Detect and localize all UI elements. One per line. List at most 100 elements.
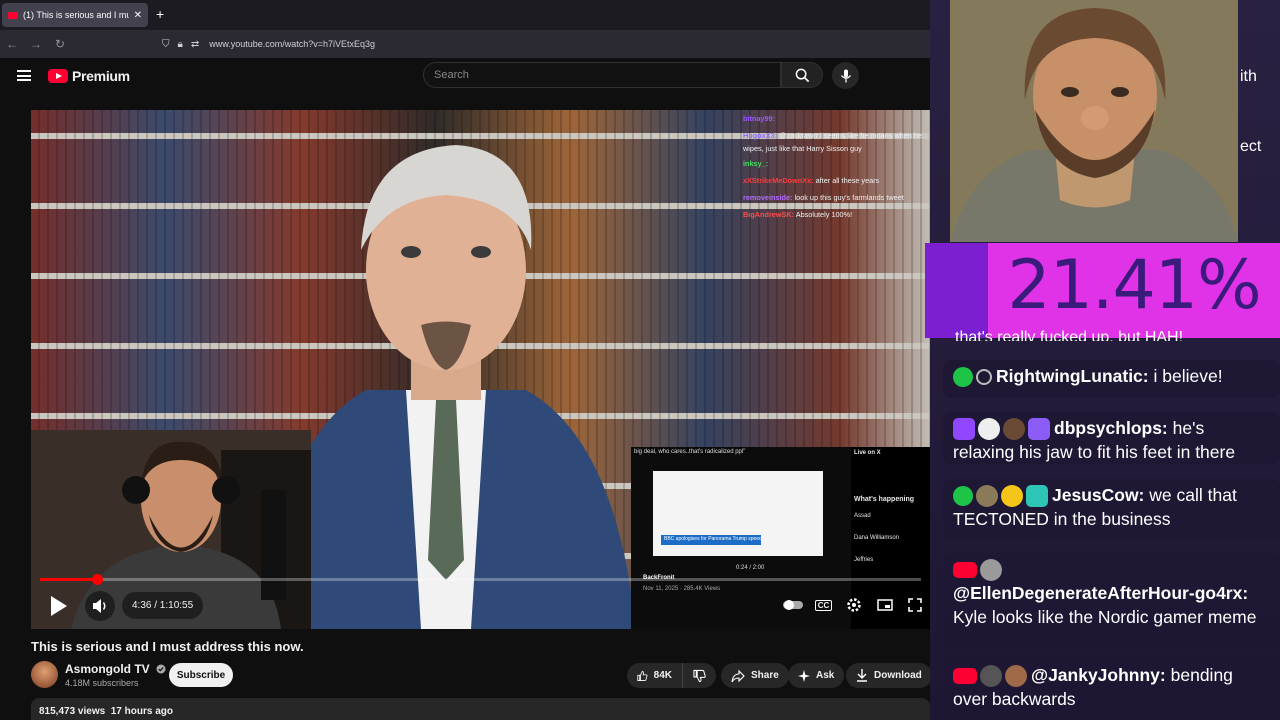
youtube-premium-logo[interactable]: Premium [48, 68, 130, 84]
vip-badge-icon [953, 486, 973, 507]
tab-title: (1) This is serious and I must ad [23, 10, 129, 20]
overlay-chat-user: bitnay99: [743, 114, 776, 123]
miniplayer-button[interactable] [874, 594, 896, 616]
overlay-chat-message: after all these years [815, 176, 880, 185]
autoplay-icon [783, 600, 803, 610]
settings-button[interactable] [843, 594, 865, 616]
user-icon [976, 369, 992, 386]
overlay-chat-line: HugoxX3: @zackrawrr i seems like he moan… [743, 127, 930, 155]
play-button[interactable] [45, 593, 71, 619]
share-button[interactable]: Share [721, 663, 789, 688]
download-label: Download [874, 670, 922, 681]
overlay-chat-user: xXStrikeMeDownXx: [743, 176, 814, 185]
search-icon [795, 68, 809, 82]
close-tab-icon[interactable]: ✕ [134, 10, 142, 21]
avatar-badge-icon [1005, 665, 1027, 688]
miniplayer-icon [876, 599, 893, 611]
download-button[interactable]: Download [846, 663, 932, 688]
gift-count-badge-icon [1001, 485, 1023, 508]
progress-bar[interactable] [40, 574, 921, 585]
share-icon [731, 669, 745, 682]
video-description-box[interactable]: 815,473 views 17 hours ago [31, 698, 930, 720]
back-icon[interactable]: ← [0, 37, 24, 51]
view-count: 815,473 views [39, 706, 106, 717]
autoplay-toggle[interactable] [782, 594, 804, 616]
member-badge-icon [980, 559, 1002, 582]
chat-message: JesusCow: we call that TECTONED in the b… [943, 479, 1280, 539]
trend-item: Assad [854, 513, 871, 519]
browser-tab[interactable]: (1) This is serious and I must ad ✕ [2, 3, 148, 27]
overlay-chat-message: Absolutely 100%! [795, 210, 853, 219]
youtube-header: Premium Search [0, 58, 930, 94]
clip-headline: BBC apologises for Panorama Trump speech… [661, 535, 761, 545]
twitch-icon [953, 418, 975, 441]
trend-item: Dana Williamson [854, 535, 900, 541]
overlay-chat-line: bitnay99: [743, 110, 930, 127]
chat-message: dbpsychlops: he's relaxing his jaw to fi… [943, 412, 1280, 464]
clip-right-header: Live on X [854, 450, 881, 456]
gear-icon [847, 598, 861, 612]
video-player[interactable]: bitnay99: HugoxX3: @zackrawrr i seems li… [31, 110, 930, 629]
volume-button[interactable] [85, 591, 115, 621]
overlay-chat-line: BigAndrewSK: Absolutely 100%! [743, 206, 930, 223]
lock-icon[interactable]: 🔒︎ [178, 39, 183, 50]
whats-happening: What's happening [854, 496, 914, 503]
chat-message: @JankyJohnny: bending over backwards [943, 659, 1280, 717]
thumbs-down-icon [693, 669, 706, 682]
emote-badge-icon [978, 418, 1000, 441]
sparkle-icon [798, 669, 810, 682]
dislike-button[interactable] [682, 663, 716, 688]
overlay-chat-user: HugoxX3: [743, 131, 778, 140]
share-label: Share [751, 670, 779, 681]
captions-button[interactable]: CC [813, 594, 835, 616]
browser-tab-bar: (1) This is serious and I must ad ✕ + [0, 0, 930, 30]
sub-badge-icon [1028, 418, 1050, 441]
forward-icon[interactable]: → [24, 37, 48, 51]
percent-value: 21.41% [1007, 246, 1261, 325]
logo-text: Premium [72, 68, 130, 84]
chat-username: JesusCow: [1052, 485, 1145, 505]
new-tab-button[interactable]: + [156, 6, 164, 22]
fullscreen-button[interactable] [904, 594, 926, 616]
overlay-chat-line: removeinside: look up this guy's farmlan… [743, 189, 930, 206]
time-display: 4:36 / 1:10:55 [122, 592, 204, 619]
chat-message: RightwingLunatic: i believe! [943, 360, 1280, 398]
background-chat-fragment: ith ect [1240, 42, 1261, 182]
thumbs-up-icon [637, 670, 648, 681]
youtube-favicon-icon [8, 11, 18, 19]
like-button[interactable]: 84K [627, 663, 682, 688]
permissions-icon[interactable]: ⇄ [191, 39, 199, 50]
reload-icon[interactable]: ↻ [48, 37, 72, 51]
overlay-chat-user: removeinside: [743, 193, 793, 202]
vip-badge-icon [953, 367, 973, 388]
cc-icon: CC [814, 599, 833, 611]
chat-username: @JankyJohnny: [1031, 665, 1166, 685]
stream-chat-overlay: bitnay99: HugoxX3: @zackrawrr i seems li… [743, 110, 930, 230]
streamer-avatar-cam [950, 0, 1238, 242]
shield-icon[interactable]: ⛉ [162, 39, 170, 50]
menu-icon[interactable] [17, 70, 31, 81]
channel-name-row[interactable]: Asmongold TV [65, 662, 166, 676]
fullscreen-icon [908, 598, 922, 612]
play-icon [51, 596, 67, 616]
search-button[interactable] [781, 62, 823, 88]
verified-icon [156, 664, 166, 674]
download-icon [857, 669, 867, 682]
ask-button[interactable]: Ask [788, 663, 845, 688]
chat-username: dbpsychlops: [1054, 418, 1168, 438]
url-bar[interactable]: www.youtube.com/watch?v=h7iVEtxEq3g [209, 39, 375, 49]
subscribe-button[interactable]: Subscribe [169, 663, 233, 687]
voice-search-button[interactable] [832, 62, 859, 89]
avatar-badge-icon [1003, 418, 1025, 441]
search-input[interactable]: Search [423, 62, 781, 88]
upload-age: 17 hours ago [110, 706, 173, 717]
url-icons: ⛉ 🔒︎ ⇄ [162, 39, 199, 50]
chat-username: @EllenDegenerateAfterHour-go4rx: [953, 583, 1249, 604]
channel-avatar[interactable] [31, 661, 58, 688]
progress-fill [40, 578, 98, 581]
like-count: 84K [653, 670, 672, 681]
emote-badge-icon [976, 485, 998, 508]
channel-name[interactable]: Asmongold TV [65, 662, 150, 676]
clip-views: Nov 11, 2025 · 285.4K Views [643, 586, 721, 592]
overlay-chat-user: inksy_: [743, 159, 769, 168]
